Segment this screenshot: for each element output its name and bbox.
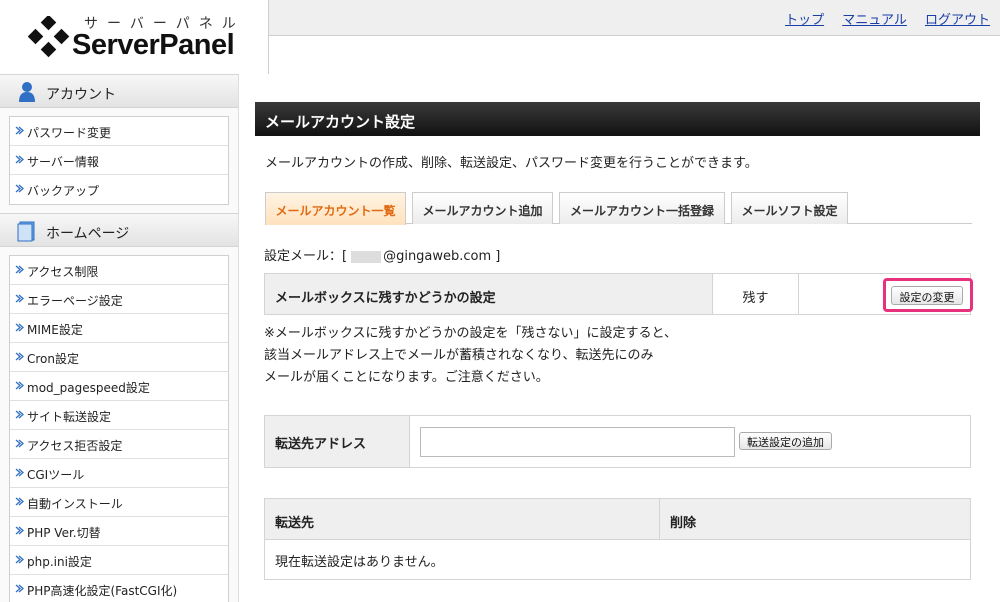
arrow-icon xyxy=(15,526,24,535)
sidebar-section-title: アカウント xyxy=(46,87,116,103)
tab-mail-software[interactable]: メールソフト設定 xyxy=(731,192,848,224)
column-header-destination: 転送先 xyxy=(275,516,315,531)
masked-username xyxy=(351,250,382,263)
logo-text: ServerPanel xyxy=(72,29,235,61)
sidebar-item-label: 自動インストール xyxy=(27,497,123,511)
sidebar-item-error-page[interactable]: エラーページ設定 xyxy=(10,285,228,314)
forward-table: 転送先 削除 現在転送設定はありません。 xyxy=(264,498,971,580)
page-title: メールアカウント設定 xyxy=(255,102,980,136)
sidebar-item-auto-install[interactable]: 自動インストール xyxy=(10,488,228,517)
arrow-icon xyxy=(15,439,24,448)
mail-address-line: 設定メール：[ @gingaweb.com ] xyxy=(264,245,500,264)
tab-account-bulk[interactable]: メールアカウント一括登録 xyxy=(559,192,725,224)
sidebar-account-list: パスワード変更 サーバー情報 バックアップ xyxy=(9,116,229,205)
sidebar-item-php-version[interactable]: PHP Ver.切替 xyxy=(10,517,228,546)
add-forward-button[interactable]: 転送設定の追加 xyxy=(739,432,832,450)
sidebar-item-label: MIME設定 xyxy=(27,323,83,337)
notice-text: ※メールボックスに残すかどうかの設定を「残さない」に設定すると、 該当メールアド… xyxy=(264,323,677,389)
arrow-icon xyxy=(15,126,24,135)
notice-line: メールが届くことになります。ご注意ください。 xyxy=(264,370,549,385)
sidebar-section-account: アカウント xyxy=(0,74,238,108)
mailbox-setting-value: 残す xyxy=(713,274,799,314)
forward-table-header: 転送先 削除 xyxy=(265,499,970,540)
sidebar-item-label: CGIツール xyxy=(27,468,85,482)
tab-bar: メールアカウント一覧 メールアカウント追加 メールアカウント一括登録 メールソフ… xyxy=(265,192,972,225)
document-icon xyxy=(17,221,35,242)
column-divider xyxy=(659,499,660,540)
arrow-icon xyxy=(15,497,24,506)
sidebar-item-label: パスワード変更 xyxy=(27,126,112,140)
sidebar-item-server-info[interactable]: サーバー情報 xyxy=(10,146,228,175)
sidebar-item-site-forward[interactable]: サイト転送設定 xyxy=(10,401,228,430)
sidebar-item-password[interactable]: パスワード変更 xyxy=(10,117,228,146)
sidebar-item-label: エラーページ設定 xyxy=(27,294,123,308)
sidebar-item-label: バックアップ xyxy=(27,184,100,198)
arrow-icon xyxy=(15,352,24,361)
top-links: トップ マニュアル ログアウト xyxy=(771,9,990,28)
arrow-icon xyxy=(15,555,24,564)
sidebar-item-pagespeed[interactable]: mod_pagespeed設定 xyxy=(10,372,228,401)
arrow-icon xyxy=(15,323,24,332)
notice-line: ※メールボックスに残すかどうかの設定を「残さない」に設定すると、 xyxy=(264,326,677,341)
sidebar-item-label: サイト転送設定 xyxy=(27,410,112,424)
tab-account-add[interactable]: メールアカウント追加 xyxy=(412,192,553,224)
sidebar-item-access-restriction[interactable]: アクセス制限 xyxy=(10,256,228,285)
arrow-icon xyxy=(15,155,24,164)
arrow-icon xyxy=(15,584,24,593)
arrow-icon xyxy=(15,294,24,303)
sidebar-item-label: PHP高速化設定(FastCGI化) xyxy=(27,584,178,598)
arrow-icon xyxy=(15,410,24,419)
change-setting-button[interactable]: 設定の変更 xyxy=(891,286,963,305)
highlight-box: 設定の変更 xyxy=(883,278,973,312)
user-icon xyxy=(19,82,35,102)
sidebar-item-label: PHP Ver.切替 xyxy=(27,526,101,540)
mail-label: 設定メール：[ xyxy=(264,249,348,264)
sidebar-item-label: サーバー情報 xyxy=(27,155,99,169)
header-spacer xyxy=(268,36,1000,74)
mail-domain: @gingaweb.com ] xyxy=(383,249,501,264)
top-link[interactable]: トップ xyxy=(785,13,824,28)
page-description: メールアカウントの作成、削除、転送設定、パスワード変更を行うことができます。 xyxy=(265,156,758,171)
sidebar: アカウント パスワード変更 サーバー情報 バックアップ ホームページ アクセス制… xyxy=(0,74,239,602)
logout-link[interactable]: ログアウト xyxy=(925,13,990,28)
sidebar-item-label: mod_pagespeed設定 xyxy=(27,381,150,395)
arrow-icon xyxy=(15,381,24,390)
sidebar-item-backup[interactable]: バックアップ xyxy=(10,175,228,204)
sidebar-item-label: アクセス拒否設定 xyxy=(27,439,123,453)
manual-link[interactable]: マニュアル xyxy=(842,13,907,28)
sidebar-homepage-list: アクセス制限 エラーページ設定 MIME設定 Cron設定 mod_pagesp… xyxy=(9,255,229,602)
header-bar: トップ マニュアル ログアウト xyxy=(268,0,1000,36)
mailbox-setting-row: メールボックスに残すかどうかの設定 残す 設定の変更 xyxy=(264,273,973,315)
forward-table-empty: 現在転送設定はありません。 xyxy=(275,555,444,570)
sidebar-item-access-deny[interactable]: アクセス拒否設定 xyxy=(10,430,228,459)
logo-area: サーバーパネル ServerPanel xyxy=(0,0,268,74)
forward-address-label: 転送先アドレス xyxy=(265,416,410,467)
sidebar-item-mime[interactable]: MIME設定 xyxy=(10,314,228,343)
sidebar-item-php-ini[interactable]: php.ini設定 xyxy=(10,546,228,575)
column-header-delete: 削除 xyxy=(670,516,697,531)
forward-address-input[interactable] xyxy=(420,427,735,457)
sidebar-item-label: アクセス制限 xyxy=(27,265,99,279)
arrow-icon xyxy=(15,265,24,274)
forward-address-row: 転送先アドレス 転送設定の追加 xyxy=(264,415,971,468)
arrow-icon xyxy=(15,468,24,477)
sidebar-item-label: Cron設定 xyxy=(27,352,79,366)
mailbox-setting-label: メールボックスに残すかどうかの設定 xyxy=(265,274,713,314)
sidebar-item-cgi-tool[interactable]: CGIツール xyxy=(10,459,228,488)
logo-mark-icon xyxy=(28,16,70,58)
notice-line: 該当メールアドレス上でメールが蓄積されなくなり、転送先にのみ xyxy=(264,348,654,363)
sidebar-section-title: ホームページ xyxy=(46,226,130,242)
arrow-icon xyxy=(15,184,24,193)
tab-account-list[interactable]: メールアカウント一覧 xyxy=(265,192,406,225)
sidebar-item-fastcgi[interactable]: PHP高速化設定(FastCGI化) xyxy=(10,575,228,602)
sidebar-section-homepage: ホームページ xyxy=(0,213,238,247)
sidebar-item-label: php.ini設定 xyxy=(27,555,92,569)
main-content: メールアカウント設定 メールアカウントの作成、削除、転送設定、パスワード変更を行… xyxy=(255,102,980,580)
sidebar-item-cron[interactable]: Cron設定 xyxy=(10,343,228,372)
